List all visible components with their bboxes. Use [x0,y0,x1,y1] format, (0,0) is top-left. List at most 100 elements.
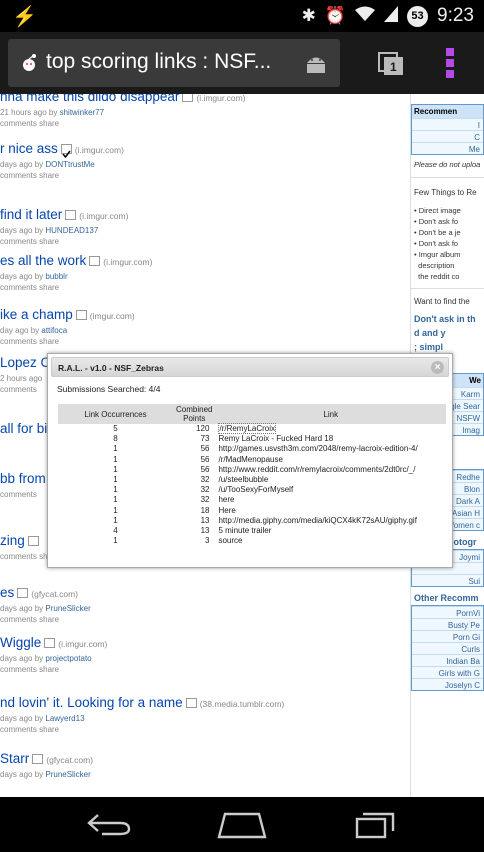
post-domain[interactable]: (i.imgur.com) [79,211,128,221]
link-cell[interactable]: Here [215,506,446,516]
link-cell[interactable]: http://www.reddit.com/r/remylacroix/comm… [215,465,446,475]
checkbox[interactable] [44,637,56,648]
post-author-link[interactable]: shitwinker77 [60,108,104,117]
checked-checkbox[interactable] [60,143,72,158]
link-text[interactable]: http://games.usvsth3m.com/2048/remy-lacr… [218,444,417,453]
link-text[interactable]: http://www.reddit.com/r/remylacroix/comm… [218,465,415,474]
link-text[interactable]: /r/MadMenopause [218,455,282,464]
post-title-link[interactable]: ike a champ [0,307,73,322]
back-icon[interactable] [86,811,132,837]
post-title-link[interactable]: all for bi [0,421,47,436]
post-title-link[interactable]: nna make this dildo disappear [0,94,179,104]
link-cell[interactable]: http://games.usvsth3m.com/2048/remy-lacr… [215,444,446,454]
post-actions[interactable]: comments share [0,725,408,734]
post-title-link[interactable]: es [0,585,14,600]
alarm-icon: ⏰ [324,6,347,25]
post-title-link[interactable]: find it later [0,207,62,222]
recommended-link[interactable]: Me [412,142,483,154]
post-title-link[interactable]: zing [0,533,25,548]
checkbox[interactable] [185,697,197,708]
post-title-link[interactable]: Starr [0,751,29,766]
post-title-link[interactable]: bb from [0,471,46,486]
post-author-link[interactable]: attifoca [41,326,67,335]
link-cell[interactable]: source [215,536,446,546]
checkbox[interactable] [89,255,101,266]
post-domain[interactable]: (38.media.tumblr.com) [200,699,285,709]
other-link[interactable]: Busty Pe [412,618,483,630]
link-text[interactable]: /u/TooSexyForMyself [218,485,293,494]
other-link[interactable]: Joselyn C [412,678,483,690]
post-domain[interactable]: (i.imgur.com) [196,94,245,103]
post-title-link[interactable]: nd lovin' it. Looking for a name [0,695,183,710]
link-text[interactable]: source [218,536,242,545]
post-author-link[interactable]: HUNDEAD137 [45,226,98,235]
post-actions[interactable]: comments share [0,283,408,292]
link-text[interactable]: here [218,495,234,504]
post-domain[interactable]: (gfycat.com) [46,755,93,765]
link-cell[interactable]: http://media.giphy.com/media/kiQCX4kK72s… [215,516,446,526]
other-link[interactable]: Curls [412,642,483,654]
post-author-link[interactable]: PruneSlicker [45,604,90,613]
post-actions[interactable]: comments share [0,665,408,674]
url-bar[interactable]: top scoring links : NSF... [8,39,340,87]
tab-switcher-icon[interactable]: 1 [378,52,404,76]
post-author-link[interactable]: Lawyerd13 [45,714,84,723]
post-domain[interactable]: (imgur.com) [90,311,135,321]
post-actions[interactable]: comments share [0,615,408,624]
link-cell[interactable]: /r/MadMenopause [215,455,446,465]
post-domain[interactable]: (i.imgur.com) [103,257,152,267]
post-author-link[interactable]: PruneSlicker [45,770,90,779]
post-actions[interactable]: comments share [0,119,408,128]
column-header[interactable]: Combined Points [173,404,216,424]
post-author-link[interactable]: projectpotato [45,654,91,663]
post-title-link[interactable]: r nice ass [0,141,58,156]
post-title-link[interactable]: es all the work [0,253,86,268]
home-icon[interactable] [217,811,267,839]
checkbox[interactable] [17,587,29,598]
post-domain[interactable]: (gfycat.com) [31,589,78,599]
checkbox[interactable] [182,94,194,102]
android-icon[interactable] [304,52,328,74]
other-link[interactable]: PornVi [412,606,483,618]
overflow-menu-icon[interactable] [446,48,456,80]
column-header[interactable]: Link Occurrences [58,404,173,424]
post-time: days ago by [0,226,46,235]
post-title-link[interactable]: Lopez C [0,355,50,370]
recents-icon[interactable] [355,811,397,839]
other-link[interactable]: Indian Ba [412,654,483,666]
post-item: r nice ass (i.imgur.com) days ago by DONTt… [0,140,408,180]
close-icon[interactable]: × [431,361,444,374]
link-text[interactable]: Remy LaCroix - Fucked Hard 18 [218,434,333,443]
post-actions[interactable]: comments share [0,237,408,246]
column-header[interactable]: Link [215,404,446,424]
post-title-link[interactable]: Wiggle [0,635,41,650]
link-text[interactable]: /u/steelbubble [218,475,268,484]
link-cell[interactable]: Remy LaCroix - Fucked Hard 18 [215,434,446,444]
link-text[interactable]: http://media.giphy.com/media/kiQCX4kK72s… [218,516,416,525]
post-domain[interactable]: (i.imgur.com) [75,145,124,155]
post-actions[interactable]: comments share [0,171,408,180]
other-link[interactable]: Porn Gi [412,630,483,642]
post-time: days ago by [0,160,46,169]
link-text[interactable]: /r/RemyLaCroix [218,423,277,435]
recommended-link[interactable]: I [412,118,483,130]
other-link[interactable]: Girls with G [412,666,483,678]
post-actions[interactable]: comments share [0,337,408,346]
link-text[interactable]: Here [218,506,235,515]
link-cell[interactable]: /u/TooSexyForMyself [215,485,446,495]
post-author-link[interactable]: bubblr [45,272,67,281]
post-domain[interactable]: (i.imgur.com) [58,639,107,649]
link-cell[interactable]: 5 minute trailer [215,526,446,536]
checkbox[interactable] [32,753,44,764]
erotic-link[interactable]: Sui [412,574,483,586]
checkbox[interactable] [75,309,87,320]
checkbox[interactable] [65,209,77,220]
link-text[interactable]: 5 minute trailer [218,526,271,535]
link-cell[interactable]: /u/steelbubble [215,475,446,485]
post-author-link[interactable]: DONTtrustMe [45,160,94,169]
link-cell[interactable]: /r/RemyLaCroix [215,423,446,435]
dont-ask-heading: Don't ask in th [414,314,476,324]
recommended-link[interactable]: C [412,130,483,142]
link-cell[interactable]: here [215,495,446,505]
checkbox[interactable] [27,535,39,546]
